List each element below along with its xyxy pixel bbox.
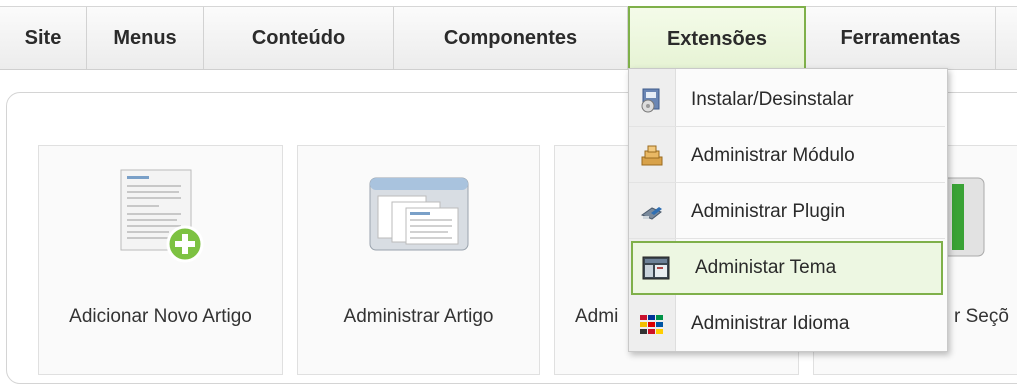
menu-ferramentas[interactable]: Ferramentas (806, 7, 996, 69)
dropdown-item-install[interactable]: Instalar/Desinstalar (629, 73, 945, 127)
menu-conteudo[interactable]: Conteúdo (204, 7, 394, 69)
template-icon (633, 243, 679, 293)
dropdown-item-module[interactable]: Administrar Módulo (629, 129, 945, 183)
manage-articles-card[interactable]: Administrar Artigo (297, 145, 540, 375)
module-icon (629, 129, 675, 182)
dropdown-item-language-label: Administrar Idioma (691, 313, 850, 334)
add-article-card[interactable]: Adicionar Novo Artigo (38, 145, 283, 375)
language-icon (629, 297, 675, 351)
add-article-label: Adicionar Novo Artigo (69, 306, 252, 327)
manage-sections-label: r Seçõ (954, 306, 1009, 327)
dropdown-item-language[interactable]: Administrar Idioma (629, 297, 945, 351)
dropdown-item-template-label: Administar Tema (695, 257, 837, 278)
extensions-dropdown: Instalar/Desinstalar Administrar Módulo … (628, 68, 948, 352)
dropdown-item-install-label: Instalar/Desinstalar (691, 88, 854, 110)
menu-ferramentas-label: Ferramentas (840, 26, 961, 49)
install-icon (629, 73, 675, 126)
dropdown-item-plugin[interactable]: Administrar Plugin (629, 185, 945, 239)
add-article-icon (120, 169, 204, 263)
menu-conteudo-label: Conteúdo (251, 26, 346, 49)
menu-extensoes-label: Extensões (666, 27, 768, 50)
menu-menus[interactable]: Menus (87, 7, 204, 69)
menu-menus-label: Menus (113, 26, 177, 49)
menu-site-label: Site (24, 26, 62, 49)
menu-componentes-label: Componentes (443, 26, 578, 49)
menu-extensoes[interactable]: Extensões (628, 6, 806, 70)
dropdown-item-template[interactable]: Administar Tema (631, 241, 943, 295)
plugin-icon (629, 185, 675, 238)
manage-articles-label: Administrar Artigo (343, 306, 494, 327)
top-menubar: Site Menus Conteúdo Componentes Extensõe… (0, 6, 1017, 70)
manage-articles-icon (369, 177, 469, 251)
dropdown-item-plugin-label: Administrar Plugin (691, 200, 846, 222)
menu-componentes[interactable]: Componentes (394, 7, 628, 69)
menu-site[interactable]: Site (0, 7, 87, 69)
dropdown-item-module-label: Administrar Módulo (691, 144, 855, 166)
